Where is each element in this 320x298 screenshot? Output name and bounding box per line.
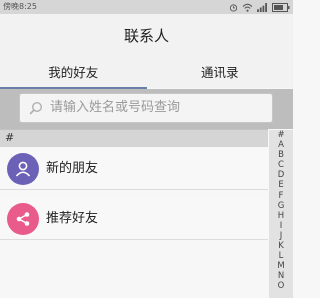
status-icons [229, 2, 290, 12]
share-icon [16, 212, 30, 226]
list-item-recommended-friends[interactable]: 推荐好友 [0, 198, 268, 240]
contacts-screen: 傍晚8:25 联系人 我的好友 通讯录 请输入姓名或号码查询 # 新的朋友 推荐… [0, 0, 293, 298]
index-letter[interactable]: G [278, 201, 285, 211]
index-letter[interactable]: M [277, 261, 284, 271]
index-letter[interactable]: J [280, 231, 283, 241]
index-letter[interactable]: A [278, 140, 284, 150]
index-letter[interactable]: O [278, 281, 285, 291]
alarm-icon [229, 3, 238, 12]
index-letter[interactable]: B [278, 150, 284, 160]
title-bar: 联系人 [0, 14, 293, 58]
alphabet-index-bar[interactable]: # A B C D E F G H I J K L M N O [269, 130, 293, 298]
section-header: # [0, 129, 268, 147]
tab-bar: 我的好友 通讯录 [0, 58, 294, 89]
search-icon [29, 101, 43, 115]
status-time: 傍晚8:25 [3, 2, 37, 11]
index-letter[interactable]: K [278, 241, 284, 251]
index-letter[interactable]: I [280, 221, 283, 231]
search-area: 请输入姓名或号码查询 [0, 89, 293, 129]
search-placeholder: 请输入姓名或号码查询 [50, 100, 181, 115]
search-input[interactable]: 请输入姓名或号码查询 [19, 93, 273, 123]
avatar [7, 203, 39, 235]
person-icon [15, 161, 31, 177]
tab-my-friends[interactable]: 我的好友 [0, 58, 147, 89]
page-title: 联系人 [123, 27, 169, 45]
index-letter[interactable]: H [278, 211, 284, 221]
list-item-new-friends[interactable]: 新的朋友 [0, 148, 268, 190]
index-letter[interactable]: E [278, 180, 283, 190]
index-letter[interactable]: F [279, 191, 284, 201]
tab-address-book[interactable]: 通讯录 [147, 58, 294, 88]
status-bar: 傍晚8:25 [0, 0, 293, 14]
index-letter[interactable]: N [278, 271, 284, 281]
wifi-icon [242, 3, 253, 12]
list-item-label: 新的朋友 [46, 161, 99, 176]
battery-icon [272, 2, 290, 12]
signal-icon [257, 2, 267, 12]
index-letter[interactable]: D [278, 170, 285, 180]
index-letter[interactable]: C [278, 160, 284, 170]
section-label: # [5, 131, 15, 144]
avatar [7, 153, 39, 185]
index-letter[interactable]: L [279, 251, 284, 261]
list-item-label: 推荐好友 [46, 211, 99, 226]
index-letter[interactable]: # [277, 130, 284, 140]
